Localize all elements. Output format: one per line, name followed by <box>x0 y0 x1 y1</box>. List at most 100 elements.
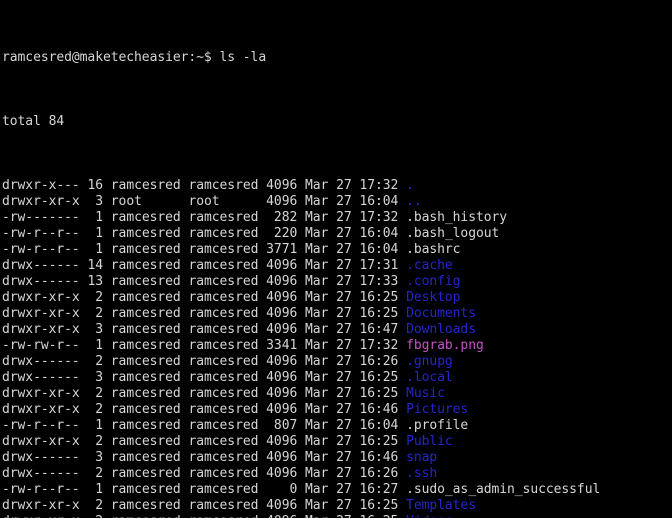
entry-time: 16:04 <box>359 418 399 433</box>
entry-owner: ramcesred <box>110 434 181 449</box>
field-gap <box>398 194 406 209</box>
entry-owner: ramcesred <box>110 418 181 433</box>
entry-perms: -rw------- <box>2 210 80 225</box>
field-gap <box>258 354 266 369</box>
entry-group: ramcesred <box>188 482 259 497</box>
entry-month: Mar <box>305 290 329 305</box>
field-gap <box>258 514 266 518</box>
entry-size: 4096 <box>266 306 298 321</box>
listing-row: drwxr-xr-x 2 ramcesred ramcesred 4096 Ma… <box>2 498 672 514</box>
entry-group: ramcesred <box>188 386 259 401</box>
entry-time: 17:32 <box>359 210 399 225</box>
field-gap <box>328 242 336 257</box>
entry-owner: ramcesred <box>110 466 181 481</box>
field-gap <box>328 498 336 513</box>
entry-group: ramcesred <box>188 450 259 465</box>
entry-day: 27 <box>336 466 352 481</box>
field-gap <box>103 210 111 225</box>
entry-month: Mar <box>305 210 329 225</box>
entry-size: 282 <box>266 210 298 225</box>
entry-month: Mar <box>305 274 329 289</box>
entry-month: Mar <box>305 450 329 465</box>
field-gap <box>297 514 305 518</box>
entry-perms: drwxr-xr-x <box>2 322 80 337</box>
entry-group: ramcesred <box>188 226 259 241</box>
entry-month: Mar <box>305 258 329 273</box>
field-gap <box>297 450 305 465</box>
entry-time: 16:04 <box>359 242 399 257</box>
field-gap <box>103 402 111 417</box>
field-gap <box>398 482 406 497</box>
entry-owner: ramcesred <box>110 290 181 305</box>
entry-size: 0 <box>266 482 298 497</box>
field-gap <box>258 290 266 305</box>
field-gap <box>398 274 406 289</box>
listing-row: drwxr-xr-x 2 ramcesred ramcesred 4096 Ma… <box>2 306 672 322</box>
entry-owner: ramcesred <box>110 482 181 497</box>
entry-perms: drwx------ <box>2 450 80 465</box>
field-gap <box>398 178 406 193</box>
field-gap <box>297 354 305 369</box>
listing-row: drwxr-xr-x 3 root root 4096 Mar 27 16:04… <box>2 194 672 210</box>
field-gap <box>328 466 336 481</box>
field-gap <box>398 322 406 337</box>
field-gap <box>258 258 266 273</box>
entry-links: 2 <box>87 466 103 481</box>
entry-links: 14 <box>87 258 103 273</box>
field-gap <box>297 434 305 449</box>
entry-month: Mar <box>305 194 329 209</box>
listing-row: drwx------ 14 ramcesred ramcesred 4096 M… <box>2 258 672 274</box>
field-gap <box>297 290 305 305</box>
field-gap <box>328 338 336 353</box>
entry-day: 27 <box>336 242 352 257</box>
listing-row: drwxr-xr-x 2 ramcesred ramcesred 4096 Ma… <box>2 514 672 518</box>
command-first: ls -la <box>219 50 267 65</box>
entry-time: 16:46 <box>359 450 399 465</box>
field-gap <box>297 226 305 241</box>
entry-owner: ramcesred <box>111 514 181 518</box>
field-gap <box>328 258 336 273</box>
listing-row: drwx------ 2 ramcesred ramcesred 4096 Ma… <box>2 466 672 482</box>
listing-row: drwx------ 2 ramcesred ramcesred 4096 Ma… <box>2 354 672 370</box>
field-gap <box>398 498 406 513</box>
entry-month: Mar <box>305 434 329 449</box>
field-gap <box>328 402 336 417</box>
field-gap <box>103 498 111 513</box>
entry-size: 4096 <box>266 370 298 385</box>
listing-row: drwxr-x--- 16 ramcesred ramcesred 4096 M… <box>2 178 672 194</box>
entry-perms: -rw-r--r-- <box>2 226 80 241</box>
field-gap <box>328 274 336 289</box>
field-gap <box>398 338 406 353</box>
field-gap <box>258 418 266 433</box>
entry-owner: ramcesred <box>110 386 181 401</box>
field-gap <box>328 322 336 337</box>
terminal-screen[interactable]: ramcesred@maketecheasier:~$ ls -la total… <box>0 0 672 518</box>
field-gap <box>297 466 305 481</box>
entry-owner: ramcesred <box>110 306 181 321</box>
entry-group: ramcesred <box>188 370 259 385</box>
field-gap <box>103 338 111 353</box>
entry-owner: ramcesred <box>110 258 181 273</box>
entry-perms: drwx------ <box>2 370 80 385</box>
entry-group: root <box>188 194 259 209</box>
field-gap <box>258 498 266 513</box>
entry-group: ramcesred <box>188 434 259 449</box>
entry-month: Mar <box>305 386 329 401</box>
field-gap <box>297 178 305 193</box>
listing-row: drwx------ 3 ramcesred ramcesred 4096 Ma… <box>2 370 672 386</box>
entry-name: Templates <box>406 498 476 513</box>
field-gap <box>103 450 111 465</box>
listing-row: -rw-r--r-- 1 ramcesred ramcesred 807 Mar… <box>2 418 672 434</box>
entry-name: .profile <box>406 418 469 433</box>
field-gap <box>103 290 111 305</box>
field-gap <box>398 210 406 225</box>
entry-time: 16:46 <box>359 402 399 417</box>
entry-owner: ramcesred <box>110 178 181 193</box>
entry-group: ramcesred <box>188 274 259 289</box>
entry-links: 13 <box>87 274 103 289</box>
field-gap <box>258 402 266 417</box>
field-gap <box>297 242 305 257</box>
entry-name: .bash_logout <box>406 226 500 241</box>
field-gap <box>103 370 111 385</box>
field-gap <box>103 482 111 497</box>
